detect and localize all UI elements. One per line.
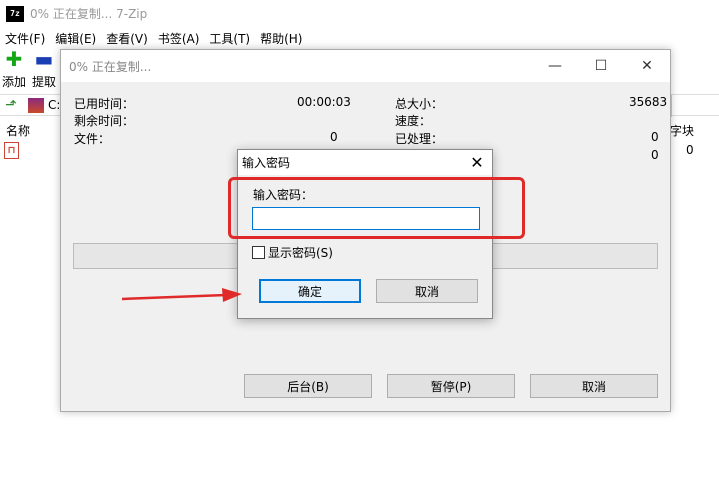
total-size-value: 35683 — [629, 95, 668, 109]
password-titlebar: 输入密码 ✕ — [238, 150, 492, 175]
add-button[interactable]: ✚ 添加 — [0, 49, 28, 91]
folder-up-icon[interactable]: ⬏ — [3, 97, 19, 113]
close-icon[interactable]: ✕ — [624, 50, 670, 82]
menu-bookmarks[interactable]: 书签(A) — [153, 30, 205, 47]
show-password-label[interactable]: 显示密码(S) — [268, 244, 333, 261]
total-size-label: 总大小： — [395, 97, 444, 111]
remaining-label: 剩余时间： — [74, 114, 135, 128]
cancel-copy-button[interactable]: 取消 — [530, 374, 658, 398]
column-bytes[interactable]: 字块 — [670, 122, 694, 139]
show-password-row[interactable]: 显示密码(S) — [252, 244, 333, 261]
extract-button[interactable]: ▬ 提取 — [30, 49, 58, 91]
pdf-file-icon[interactable]: ⊓ — [4, 142, 19, 159]
annotation-highlight-box — [228, 177, 525, 239]
main-titlebar: 7z 0% 正在复制... 7-Zip — [0, 0, 719, 27]
arrow-shaft — [121, 293, 227, 301]
pause-button[interactable]: 暂停(P) — [387, 374, 515, 398]
elapsed-label: 已用时间： — [74, 97, 135, 111]
app-7zip-icon: 7z — [6, 5, 24, 22]
add-label: 添加 — [1, 75, 26, 89]
processed-value: 0 — [651, 130, 659, 144]
speed-label: 速度： — [395, 114, 432, 128]
background-button[interactable]: 后台(B) — [244, 374, 372, 398]
extra-value: 0 — [651, 148, 659, 162]
plus-icon: ✚ — [5, 47, 23, 71]
file-size: 0 — [686, 143, 694, 157]
menu-edit[interactable]: 编辑(E) — [50, 30, 101, 47]
column-name[interactable]: 名称 — [6, 122, 30, 139]
cancel-button[interactable]: 取消 — [376, 279, 478, 303]
files-label: 文件： — [74, 132, 111, 146]
annotation-arrow-icon — [121, 288, 242, 302]
main-window-title: 0% 正在复制... 7-Zip — [30, 7, 148, 21]
menu-help[interactable]: 帮助(H) — [255, 30, 307, 47]
processed-label: 已处理： — [395, 132, 444, 146]
password-dialog-title: 输入密码 — [242, 156, 291, 170]
extract-label: 提取 — [31, 75, 56, 89]
menu-tools[interactable]: 工具(T) — [204, 30, 255, 47]
files-value: 0 — [330, 130, 338, 144]
maximize-icon[interactable]: ☐ — [578, 50, 624, 82]
arrow-head — [222, 288, 242, 302]
close-icon[interactable]: ✕ — [462, 150, 492, 175]
address-text[interactable]: C: — [48, 98, 60, 112]
progress-titlebar: 0% 正在复制... — ☐ ✕ — [61, 50, 670, 82]
show-password-checkbox[interactable] — [252, 246, 265, 259]
elapsed-value: 00:00:03 — [297, 95, 351, 109]
menubar: 文件(F) 编辑(E) 查看(V) 书签(A) 工具(T) 帮助(H) — [0, 27, 719, 49]
archive-icon — [28, 98, 44, 113]
menu-view[interactable]: 查看(V) — [101, 30, 153, 47]
ok-button[interactable]: 确定 — [259, 279, 361, 303]
menu-file[interactable]: 文件(F) — [0, 30, 50, 47]
minus-icon: ▬ — [34, 47, 54, 71]
toolbar: ✚ 添加 ▬ 提取 — [0, 49, 60, 91]
address-dropdown[interactable] — [671, 95, 719, 117]
progress-title: 0% 正在复制... — [69, 59, 152, 74]
minimize-icon[interactable]: — — [532, 50, 578, 82]
